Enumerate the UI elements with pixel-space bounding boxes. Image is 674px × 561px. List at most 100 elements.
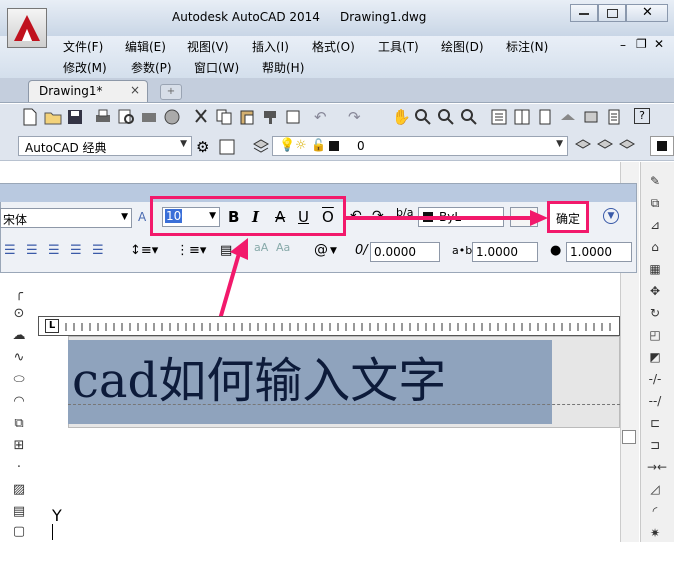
oblique-angle-field[interactable]: 0.0000: [370, 242, 440, 262]
minimize-button[interactable]: [570, 4, 598, 22]
insert-block-icon[interactable]: ⧉: [10, 416, 28, 431]
color-control-dropdown[interactable]: [650, 136, 674, 156]
lowercase-icon[interactable]: Aa: [276, 241, 290, 254]
font-dropdown[interactable]: 宋体 ▼: [0, 208, 132, 228]
align-right-icon[interactable]: ☰: [48, 243, 60, 258]
polyline-icon[interactable]: ╭: [10, 286, 28, 301]
zoom-realtime-icon[interactable]: [414, 108, 432, 126]
fillet-icon[interactable]: ◜: [647, 504, 663, 518]
workspace-save-icon[interactable]: [218, 138, 236, 156]
menu-insert[interactable]: 插入(I): [252, 38, 289, 55]
width-factor-field[interactable]: 1.0000: [566, 242, 632, 262]
offset-icon[interactable]: ⌂: [647, 240, 663, 254]
pan-icon[interactable]: ✋: [392, 108, 411, 126]
app-menu-button[interactable]: [7, 8, 47, 48]
cut-icon[interactable]: [192, 108, 210, 126]
paste-icon[interactable]: [238, 108, 256, 126]
match-properties-icon[interactable]: [261, 108, 279, 126]
rotate-icon[interactable]: ↻: [647, 306, 663, 320]
point-icon[interactable]: ·: [10, 460, 28, 475]
plot-preview-icon[interactable]: [117, 108, 135, 126]
array-icon[interactable]: ▦: [647, 262, 663, 276]
mtext-content[interactable]: cad如何输入文字: [72, 341, 446, 411]
revision-cloud-icon[interactable]: ☁: [10, 328, 28, 343]
save-icon[interactable]: [66, 108, 84, 126]
layer-dropdown[interactable]: 💡 ☼ 🔓 0 ▼: [272, 136, 568, 156]
text-height-dropdown[interactable]: 10 ▼: [162, 207, 220, 227]
justify-icon[interactable]: ☰: [70, 243, 82, 258]
workspace-settings-icon[interactable]: ⚙: [196, 138, 214, 156]
layer-previous-icon[interactable]: [596, 138, 614, 156]
menu-parametric[interactable]: 参数(P): [131, 59, 172, 76]
close-window-button[interactable]: ✕: [626, 4, 668, 22]
menu-view[interactable]: 视图(V): [187, 38, 229, 55]
layer-states-icon[interactable]: [618, 138, 636, 156]
overline-button[interactable]: O: [322, 208, 334, 226]
mirror-icon[interactable]: ⊿: [647, 218, 663, 232]
explode-icon[interactable]: ✷: [647, 526, 663, 540]
align-center-icon[interactable]: ☰: [26, 243, 38, 258]
menu-dimension[interactable]: 标注(N): [506, 38, 548, 55]
properties-icon[interactable]: [490, 108, 508, 126]
tab-close-icon[interactable]: ×: [130, 83, 140, 97]
menu-edit[interactable]: 编辑(E): [125, 38, 166, 55]
menu-window[interactable]: 窗口(W): [194, 59, 239, 76]
new-tab-button[interactable]: +: [160, 84, 182, 100]
new-file-icon[interactable]: [22, 108, 40, 126]
block-editor-icon[interactable]: [284, 108, 302, 126]
tab-stop-icon[interactable]: L: [45, 319, 59, 333]
mtext-ruler[interactable]: L: [38, 316, 620, 336]
zoom-previous-icon[interactable]: [460, 108, 478, 126]
spline-icon[interactable]: ∿: [10, 350, 28, 365]
stretch-icon[interactable]: ◩: [647, 350, 663, 364]
doc-restore-icon[interactable]: ❐: [636, 37, 647, 51]
chamfer-icon[interactable]: ◿: [647, 482, 663, 496]
help-icon[interactable]: ?: [634, 108, 652, 126]
options-icon[interactable]: ▼: [603, 208, 619, 224]
underline-button[interactable]: U: [298, 208, 309, 226]
quickcalc-icon[interactable]: [605, 108, 623, 126]
maximize-button[interactable]: [598, 4, 626, 22]
region-icon[interactable]: ▢: [10, 524, 28, 539]
menu-modify[interactable]: 修改(M): [63, 59, 107, 76]
menu-format[interactable]: 格式(O): [312, 38, 355, 55]
layer-manager-icon[interactable]: [252, 138, 270, 156]
erase-icon[interactable]: ✎: [647, 174, 663, 188]
scale-icon[interactable]: ◰: [647, 328, 663, 342]
workspace-dropdown[interactable]: AutoCAD 经典 ▼: [18, 136, 192, 156]
menu-draw[interactable]: 绘图(D): [441, 38, 484, 55]
undo-icon[interactable]: ↶: [314, 108, 332, 126]
doc-minimize-icon[interactable]: –: [620, 38, 626, 52]
publish-icon[interactable]: [140, 108, 158, 126]
trim-icon[interactable]: -/-: [647, 372, 663, 386]
3d-dwf-icon[interactable]: [163, 108, 181, 126]
make-current-layer-icon[interactable]: [574, 138, 592, 156]
move-icon[interactable]: ✥: [647, 284, 663, 298]
sheet-set-icon[interactable]: [559, 108, 577, 126]
tool-palettes-icon[interactable]: [536, 108, 554, 126]
hatch-icon[interactable]: ▨: [10, 482, 28, 497]
make-block-icon[interactable]: ⊞: [10, 438, 28, 453]
align-left-icon[interactable]: ☰: [4, 243, 16, 258]
distribute-icon[interactable]: ☰: [92, 243, 104, 258]
tracking-field[interactable]: 1.0000: [472, 242, 538, 262]
extend-icon[interactable]: --/: [647, 394, 663, 408]
line-spacing-icon[interactable]: ↕≡▾: [130, 243, 158, 258]
copy-object-icon[interactable]: ⧉: [647, 196, 663, 210]
chevron-down-icon[interactable]: ▼: [330, 246, 337, 256]
print-icon[interactable]: [94, 108, 112, 126]
ok-button[interactable]: 确定: [547, 201, 589, 233]
zoom-window-icon[interactable]: [437, 108, 455, 126]
strikethrough-button[interactable]: A: [275, 208, 285, 226]
italic-button[interactable]: I: [252, 208, 259, 226]
annotative-icon[interactable]: A: [138, 210, 146, 224]
menu-help[interactable]: 帮助(H): [262, 59, 304, 76]
scroll-thumb[interactable]: [622, 430, 636, 444]
doc-close-icon[interactable]: ✕: [654, 37, 664, 51]
break-at-point-icon[interactable]: ⊏: [647, 416, 663, 430]
polygon-icon[interactable]: ⊙: [10, 306, 28, 321]
gradient-icon[interactable]: ▤: [10, 504, 28, 519]
copy-icon[interactable]: [215, 108, 233, 126]
redo-icon[interactable]: ↷: [348, 108, 366, 126]
markup-icon[interactable]: [582, 108, 600, 126]
